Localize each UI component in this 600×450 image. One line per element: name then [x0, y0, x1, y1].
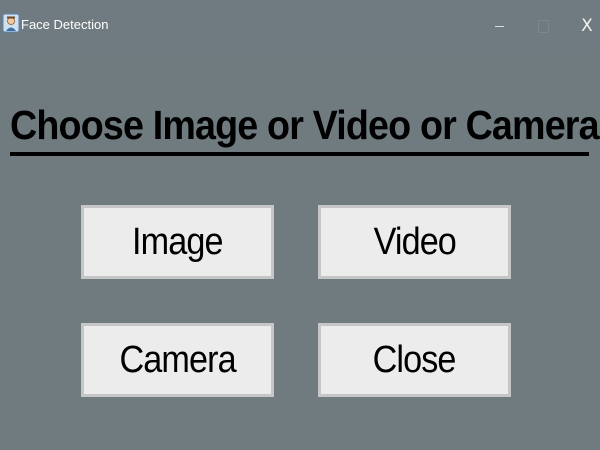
close-button-label: Close — [373, 338, 457, 381]
camera-button-label: Camera — [119, 338, 236, 381]
app-icon — [2, 13, 20, 33]
minimize-icon — [494, 25, 504, 27]
heading-underline — [10, 152, 589, 156]
maximize-button[interactable] — [528, 14, 558, 38]
page-heading: Choose Image or Video or Camera — [10, 102, 600, 148]
close-window-button[interactable]: X — [572, 14, 600, 38]
close-icon: X — [581, 16, 593, 36]
image-button[interactable]: Image — [81, 205, 274, 279]
title-bar[interactable]: Face Detection X — [0, 0, 600, 52]
app-window: Face Detection X Choose Image or Video o… — [0, 0, 600, 450]
camera-button[interactable]: Camera — [81, 323, 274, 397]
video-button[interactable]: Video — [318, 205, 511, 279]
close-button[interactable]: Close — [318, 323, 511, 397]
minimize-button[interactable] — [484, 14, 514, 38]
maximize-icon — [537, 19, 549, 33]
window-title: Face Detection — [21, 17, 109, 32]
video-button-label: Video — [373, 220, 456, 263]
image-button-label: Image — [132, 220, 223, 263]
